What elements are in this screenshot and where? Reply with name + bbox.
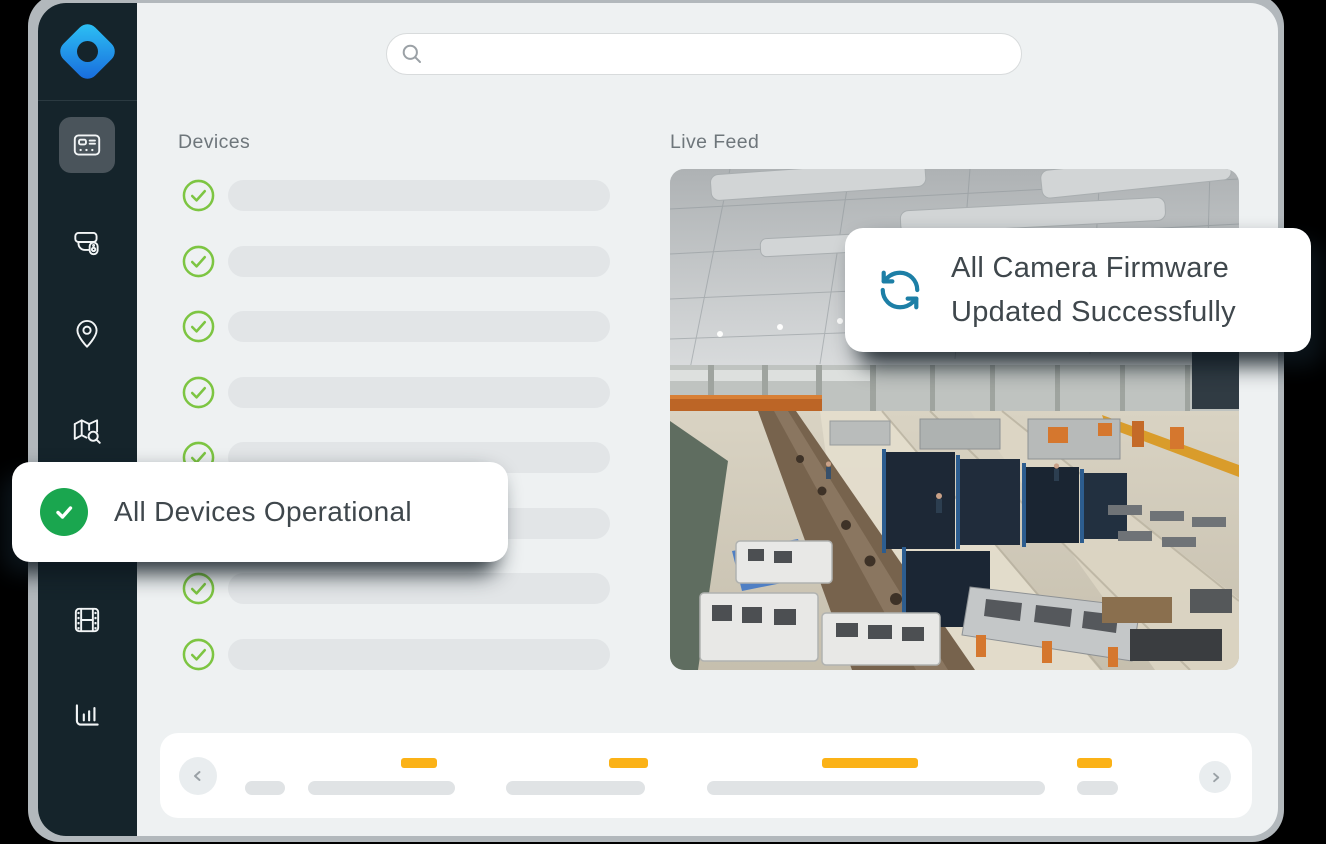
- film-strip-icon: [70, 603, 104, 637]
- firmware-status-label: All Camera Firmware Updated Successfully: [951, 246, 1236, 334]
- devices-status-toast: All Devices Operational: [12, 462, 508, 562]
- sidebar-item-recordings[interactable]: [59, 592, 115, 648]
- devices-status-label: All Devices Operational: [114, 496, 412, 528]
- devices-heading: Devices: [178, 131, 250, 154]
- search-bar: [386, 33, 1022, 75]
- diamond-logo-icon: [56, 20, 120, 84]
- timeline-skeleton-segment: [506, 781, 645, 795]
- device-label-skeleton: [228, 377, 610, 408]
- device-label-skeleton: [228, 246, 610, 277]
- device-row[interactable]: [182, 245, 610, 278]
- device-row[interactable]: [182, 310, 610, 343]
- check-circle-filled-icon: [40, 488, 88, 536]
- device-row[interactable]: [182, 638, 610, 671]
- device-row[interactable]: [182, 179, 610, 212]
- device-status-ok-icon: [182, 572, 215, 605]
- app-window: Devices: [38, 3, 1278, 836]
- device-label-skeleton: [228, 311, 610, 342]
- stage: Devices: [0, 0, 1326, 844]
- device-label-skeleton: [228, 573, 610, 604]
- search-input[interactable]: [432, 33, 1007, 75]
- timeline-prev-button[interactable]: [179, 757, 217, 795]
- timeline-event-marker: [609, 758, 648, 768]
- timeline-next-button[interactable]: [1199, 761, 1231, 793]
- logo: [38, 3, 137, 101]
- sidebar-item-dashboard[interactable]: [59, 117, 115, 173]
- sync-refresh-icon: [877, 267, 923, 313]
- device-label-skeleton: [228, 639, 610, 670]
- device-status-ok-icon: [182, 310, 215, 343]
- device-status-ok-icon: [182, 638, 215, 671]
- timeline-track[interactable]: [160, 733, 1252, 818]
- chevron-left-icon: [191, 769, 205, 783]
- sidebar-item-map[interactable]: [59, 404, 115, 460]
- timeline-skeleton-segment: [707, 781, 1045, 795]
- device-row[interactable]: [182, 376, 610, 409]
- timeline-skeleton-segment: [308, 781, 455, 795]
- device-status-ok-icon: [182, 376, 215, 409]
- device-list: [182, 179, 610, 671]
- device-status-ok-icon: [182, 179, 215, 212]
- location-pin-icon: [70, 318, 104, 352]
- sidebar: [38, 3, 137, 836]
- timeline-event-marker: [401, 758, 437, 768]
- device-row[interactable]: [182, 572, 610, 605]
- device-label-skeleton: [228, 180, 610, 211]
- chevron-right-icon: [1209, 771, 1222, 784]
- sidebar-item-analytics[interactable]: [59, 687, 115, 743]
- cctv-camera-icon: [70, 225, 104, 259]
- timeline-event-marker: [1077, 758, 1112, 768]
- dashboard-icon: [70, 128, 104, 162]
- search-icon: [401, 43, 423, 65]
- timeline-bar: [160, 733, 1252, 818]
- live-feed-heading: Live Feed: [670, 131, 759, 154]
- sidebar-item-locations[interactable]: [59, 307, 115, 363]
- timeline-skeleton-segment: [245, 781, 285, 795]
- bar-chart-icon: [70, 698, 104, 732]
- firmware-status-toast: All Camera Firmware Updated Successfully: [845, 228, 1311, 352]
- map-search-icon: [70, 415, 104, 449]
- timeline-skeleton-segment: [1077, 781, 1118, 795]
- sidebar-item-cameras[interactable]: [59, 214, 115, 270]
- device-status-ok-icon: [182, 245, 215, 278]
- timeline-event-marker: [822, 758, 918, 768]
